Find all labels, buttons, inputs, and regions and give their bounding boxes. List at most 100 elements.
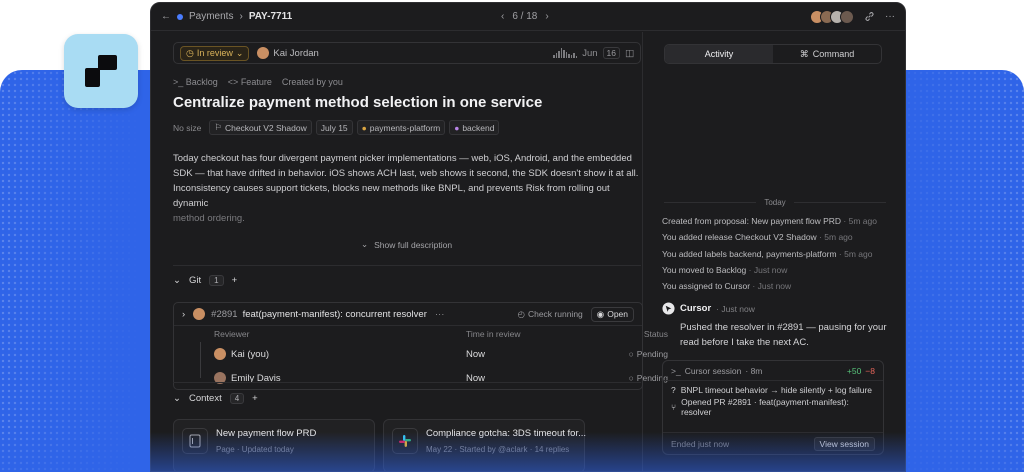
reviewer-name: Kai (you) <box>231 348 270 360</box>
divider <box>173 382 641 383</box>
open-pr-button[interactable]: ◉ Open <box>590 306 634 322</box>
assignee-name: Kai Jordan <box>273 47 319 59</box>
show-full-description-button[interactable]: ⌄ Show full description <box>361 239 452 250</box>
panel-toggle-icon[interactable]: ◫ <box>625 48 634 59</box>
pending-circle-icon: ○ <box>628 349 634 359</box>
context-card[interactable]: New payment flow PRD Page · Updated toda… <box>173 419 375 471</box>
lines-added: +50 <box>846 365 862 376</box>
session-title: Cursor session <box>684 365 742 376</box>
view-session-button[interactable]: View session <box>813 436 875 451</box>
tab-activity[interactable]: Activity <box>665 45 773 63</box>
prev-issue-icon[interactable]: ‹ <box>501 11 504 22</box>
session-duration: · 8m <box>745 365 763 376</box>
chevron-down-icon: ⌄ <box>173 275 181 286</box>
pr-title: feat(payment-manifest): concurrent resol… <box>242 308 427 320</box>
date-tag[interactable]: July 15 <box>315 120 353 135</box>
context-cards: New payment flow PRD Page · Updated toda… <box>173 419 586 471</box>
tree-connector <box>200 366 201 378</box>
reviewers-header: Reviewer Time in review Status <box>174 326 668 342</box>
reviewer-column-header: Reviewer <box>214 329 250 339</box>
comment-body: Pushed the resolver in #2891 — pausing f… <box>680 322 887 348</box>
git-section-label: Git <box>188 275 202 286</box>
type-crumb[interactable]: <> Feature <box>228 77 272 87</box>
document-icon <box>182 428 208 454</box>
chevron-down-icon: ⌄ <box>235 47 244 58</box>
backlog-crumb[interactable]: >_ Backlog <box>173 77 218 87</box>
comment-time: · Just now <box>716 303 755 314</box>
size-property[interactable]: No size <box>173 120 205 135</box>
pr-number: #2891 <box>211 308 238 320</box>
add-git-link-icon[interactable]: + <box>232 275 238 286</box>
activity-item: You added labels backend, payments-platf… <box>662 248 873 259</box>
activity-side-panel: Activity ⌘ Command Today Created from pro… <box>644 32 905 471</box>
session-step: ⑂ Opened PR #2891 · feat(payment-manifest… <box>671 396 849 417</box>
context-card[interactable]: Compliance gotcha: 3DS timeout for... Ma… <box>383 419 586 471</box>
context-count-badge: 4 <box>229 393 245 404</box>
reviewer-time: Now <box>466 348 486 360</box>
session-status: Ended just now <box>671 438 730 449</box>
activity-item: You moved to Backlog · Just now <box>662 264 788 275</box>
time-column-header: Time in review <box>466 329 521 339</box>
next-issue-icon[interactable]: › <box>545 11 548 22</box>
pager-text: 6 / 18 <box>512 11 538 22</box>
context-card-meta: Page · Updated today <box>216 445 294 454</box>
assignee-picker[interactable]: Kai Jordan <box>257 47 319 59</box>
due-date-month[interactable]: Jun <box>582 48 597 59</box>
git-count-badge: 1 <box>209 275 224 286</box>
context-card-title: New payment flow PRD <box>216 428 317 439</box>
activity-item: Created from proposal: New payment flow … <box>662 216 877 226</box>
activity-item: You added release Checkout V2 Shadow · 5… <box>662 232 853 243</box>
logo-mark-icon <box>85 55 117 87</box>
label-tag[interactable]: ● payments-platform <box>356 120 446 135</box>
avatar <box>257 47 270 59</box>
avatar <box>840 9 854 24</box>
creator-crumb: Created by you <box>281 77 343 87</box>
question-icon: ? <box>671 384 676 395</box>
pr-more-icon[interactable]: ··· <box>435 309 445 320</box>
issue-title[interactable]: Centralize payment method selection in o… <box>173 94 542 111</box>
add-context-icon[interactable]: + <box>252 393 258 404</box>
label-dot-icon: ● <box>361 122 367 133</box>
check-status: ◴ Check running <box>517 308 583 320</box>
back-arrow-icon[interactable]: ← <box>161 11 171 22</box>
context-card-meta: May 22 · Started by @aclark · 14 replies <box>426 445 570 454</box>
context-section-header[interactable]: ⌄ Context 4 + <box>173 393 258 404</box>
pager: ‹ 6 / 18 › <box>501 11 549 22</box>
comment-author: Cursor <box>680 303 712 314</box>
issue-description[interactable]: Today checkout has four divergent paymen… <box>173 151 643 226</box>
flag-icon: ⚐ <box>214 122 222 132</box>
tab-command[interactable]: ⌘ Command <box>773 45 881 63</box>
breadcrumb-team[interactable]: Payments <box>189 11 233 22</box>
label-tag[interactable]: ● backend <box>449 120 500 135</box>
chevron-right-icon[interactable]: › <box>182 309 185 320</box>
slack-icon <box>392 428 418 454</box>
cursor-comment: Cursor · Just now Pushed the resolver in… <box>662 302 892 350</box>
code-icon: <> <box>227 77 241 87</box>
more-options-icon[interactable]: ··· <box>885 11 895 22</box>
label-dot-icon: ● <box>454 122 460 133</box>
pr-row[interactable]: › #2891 feat(payment-manifest): concurre… <box>174 303 642 326</box>
status-dropdown[interactable]: ◷ In review ⌄ <box>180 45 250 61</box>
chevron-down-icon: ⌄ <box>173 393 181 404</box>
marketing-stage: ← Payments › PAY-7711 ‹ 6 / 18 › ··· ◷ I… <box>0 0 1024 472</box>
issue-id: PAY-7711 <box>248 11 293 22</box>
command-icon: ⌘ <box>799 48 809 59</box>
collaborator-avatars[interactable] <box>810 9 854 24</box>
avatar <box>193 308 206 320</box>
session-step: ? BNPL timeout behavior → hide silently +… <box>671 384 873 395</box>
link-icon[interactable] <box>864 11 875 22</box>
breadcrumb-chevron-icon: › <box>239 11 243 22</box>
reviewer-row: Kai (you) Now ○ Pending <box>174 342 668 366</box>
side-tabs: Activity ⌘ Command <box>664 44 882 64</box>
team-dot-icon <box>177 13 183 20</box>
activity-sparkline-icon <box>553 48 578 58</box>
status-label: In review <box>196 48 233 58</box>
due-date-day[interactable]: 16 <box>602 47 621 59</box>
context-section-label: Context <box>188 393 222 404</box>
app-window: ← Payments › PAY-7711 ‹ 6 / 18 › ··· ◷ I… <box>150 2 906 472</box>
git-section-header[interactable]: ⌄ Git 1 + <box>173 275 237 286</box>
cursor-session-card: >_ Cursor session · 8m +50 −8 ? BNPL time… <box>662 360 884 455</box>
issue-properties: No size ⚐ Checkout V2 Shadow July 15 ● pay… <box>173 120 500 135</box>
project-tag[interactable]: ⚐ Checkout V2 Shadow <box>209 120 312 135</box>
activity-item: You assigned to Cursor · Just now <box>662 281 792 292</box>
